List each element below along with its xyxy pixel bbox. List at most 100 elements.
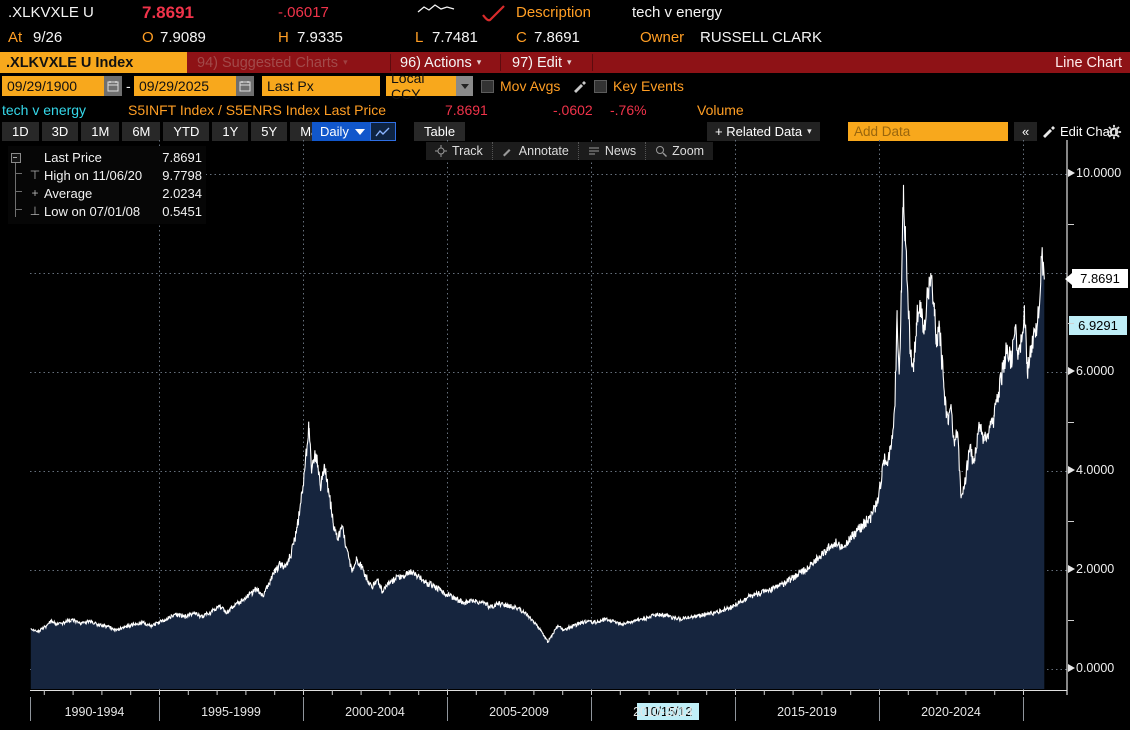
open-value: 7.9089: [160, 29, 206, 46]
date-from-input[interactable]: 09/29/1900: [2, 76, 104, 96]
average-marker-icon: +: [31, 186, 39, 200]
y-axis-tick: 6.0000: [1068, 364, 1114, 378]
menu-suggested-charts[interactable]: 94) Suggested Charts ▾: [197, 52, 348, 73]
series-pct-change: -.76%: [610, 102, 647, 118]
x-axis-section-label: 2010-2014: [633, 705, 693, 719]
view-title: Line Chart: [1055, 54, 1122, 71]
tab-1m[interactable]: 1M: [81, 122, 120, 141]
key-events-checkbox[interactable]: [594, 80, 607, 93]
line-chart-icon: [375, 127, 390, 136]
y-axis-minor-tick: [1068, 619, 1074, 621]
axis-arrow-icon: [1068, 367, 1075, 375]
open-label: O: [142, 29, 154, 46]
x-axis-separator: [879, 697, 880, 721]
x-axis-separator: [447, 697, 448, 721]
x-axis-separator: [591, 697, 592, 721]
pencil-icon[interactable]: [572, 79, 587, 94]
volume-label: Volume: [697, 102, 744, 118]
series-name: tech v energy: [2, 102, 87, 118]
owner-value: RUSSELL CLARK: [700, 29, 822, 46]
news-lines-icon: [588, 147, 599, 155]
x-axis-separator: [1023, 697, 1024, 721]
description-label: Description: [516, 4, 592, 21]
ticker-box[interactable]: .XLKVXLE U Index: [0, 52, 187, 73]
add-data-input[interactable]: [848, 122, 1008, 141]
chevron-down-icon: ▾: [343, 57, 348, 67]
collapse-button[interactable]: «: [1014, 122, 1038, 141]
chart-legend[interactable]: Last Price 7.8691 ⊤ High on 11/06/20 9.7…: [8, 146, 206, 224]
magnifier-icon: [656, 146, 668, 157]
line-chart-type-button[interactable]: [370, 122, 396, 141]
calendar-icon[interactable]: [104, 76, 122, 96]
low-label: L: [415, 29, 424, 46]
price-change: -.06017: [278, 4, 329, 21]
tab-3d[interactable]: 3D: [41, 122, 79, 141]
tab-ytd[interactable]: YTD: [163, 122, 210, 141]
news-button[interactable]: News: [577, 142, 645, 160]
axis-arrow-icon: [1068, 169, 1075, 177]
high-value: 7.9335: [297, 29, 343, 46]
table-button[interactable]: Table: [414, 122, 466, 141]
menu-divider: [390, 54, 391, 71]
menu-divider: [500, 54, 501, 71]
date-from-group: 09/29/1900: [2, 76, 122, 96]
legend-row-high: ⊤ High on 11/06/20 9.7798: [10, 166, 202, 184]
at-label: At: [8, 29, 23, 46]
chevron-down-icon: ▾: [566, 57, 572, 67]
tab-1d[interactable]: 1D: [2, 122, 39, 141]
zoom-button[interactable]: Zoom: [645, 142, 713, 160]
y-axis-tick: 2.0000: [1068, 562, 1114, 576]
gear-icon[interactable]: [1106, 124, 1122, 140]
chart-toolbar: Track Annotate News Zoom: [426, 142, 714, 160]
x-axis-section-label: 1995-1999: [201, 705, 261, 719]
field-select[interactable]: Last Px: [262, 76, 380, 96]
x-axis-separator: [735, 697, 736, 721]
security-ticker: .XLKVXLE U: [8, 4, 94, 21]
menu-edit[interactable]: 97) Edit ▾: [512, 52, 572, 73]
legend-expander-icon[interactable]: [11, 153, 21, 163]
bloomberg-line-chart-window: .XLKVXLE U 7.8691 -.06017 Description te…: [0, 0, 1130, 730]
x-axis-section-label: 2000-2004: [345, 705, 405, 719]
owner-label: Owner: [640, 29, 685, 46]
low-marker-icon: ⊥: [29, 204, 41, 218]
crosshair-icon: [435, 145, 447, 157]
series-change: -.0602: [553, 102, 593, 118]
tab-5y[interactable]: 5Y: [251, 122, 288, 141]
x-axis-section-label: 2020-2024: [921, 705, 981, 719]
last-price-axis-badge: 7.8691: [1065, 269, 1128, 289]
high-marker-icon: ⊤: [29, 168, 41, 182]
currency-group: Local CCY: [386, 70, 473, 102]
chevron-down-icon: [354, 128, 365, 135]
annotate-button[interactable]: Annotate: [491, 142, 578, 160]
mov-avgs-checkbox[interactable]: [481, 80, 494, 93]
date-range-dash: -: [126, 78, 131, 94]
x-axis-section-label: 1990-1994: [64, 705, 125, 719]
menu-divider: [592, 54, 593, 71]
y-axis-minor-tick: [1068, 520, 1074, 522]
high-label: H: [278, 29, 289, 46]
mov-avgs-label[interactable]: Mov Avgs: [500, 78, 560, 94]
series-formula: S5INFT Index / S5ENRS Index Last Price: [128, 102, 387, 118]
low-value: 7.7481: [432, 29, 478, 46]
date-to-input[interactable]: 09/29/2025: [134, 76, 236, 96]
frequency-dropdown[interactable]: Daily: [312, 122, 373, 141]
key-events-label[interactable]: Key Events: [613, 78, 684, 94]
crosshair-value-badge: 6.9291: [1069, 316, 1127, 335]
currency-select[interactable]: Local CCY: [386, 70, 456, 102]
description-value: tech v energy: [632, 4, 723, 21]
track-button[interactable]: Track: [426, 142, 492, 160]
x-axis: 10/15/12 1990-1994 1995-1999 2000-2004 2005…: [0, 695, 1130, 730]
pencil-icon: [502, 149, 511, 157]
chevron-down-icon: ▾: [476, 57, 482, 67]
chevron-down-icon[interactable]: [456, 76, 473, 96]
y-axis-minor-tick: [1068, 322, 1074, 324]
close-label: C: [516, 29, 527, 46]
x-axis-section-label: 2005-2009: [489, 705, 549, 719]
related-data-button[interactable]: + Related Data ▾: [707, 122, 820, 141]
calendar-icon[interactable]: [236, 76, 254, 96]
legend-row-low: ⊥ Low on 07/01/08 0.5451: [10, 202, 202, 220]
tab-1y[interactable]: 1Y: [212, 122, 249, 141]
y-axis-tick: 10.0000: [1068, 166, 1121, 180]
date-to-group: 09/29/2025: [134, 76, 254, 96]
tab-6m[interactable]: 6M: [122, 122, 161, 141]
